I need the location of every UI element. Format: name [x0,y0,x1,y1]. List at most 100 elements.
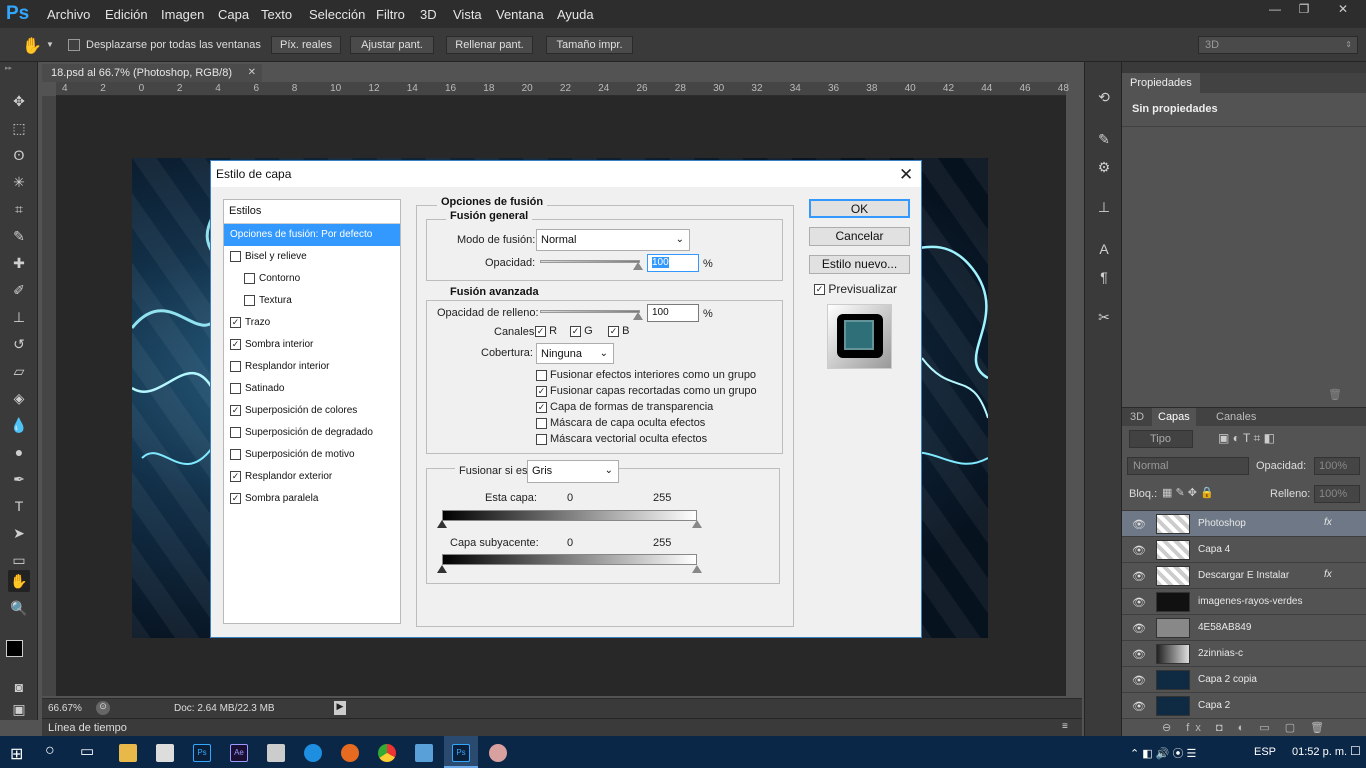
layer-row[interactable]: 👁 Capa 4 [1122,537,1366,563]
knockout-dropdown[interactable]: Ninguna ⌄ [536,343,614,364]
fill-slider-thumb[interactable] [633,312,643,320]
taskbar-active-app[interactable]: Ps [444,736,478,768]
brain-app-icon[interactable] [489,744,507,762]
clock[interactable]: 01:52 p. m. [1292,746,1347,758]
eyedropper-tool-icon[interactable]: ✎ [8,225,30,247]
underlying-black-slider[interactable] [437,565,447,573]
tab-canales[interactable]: Canales [1210,408,1262,426]
history-icon[interactable]: ⟲ [1093,86,1115,108]
advanced-option[interactable]: Máscara vectorial oculta efectos [536,433,707,445]
style-item[interactable]: Superposición de degradado [224,422,400,444]
style-checkbox[interactable]: ✓ [230,492,241,504]
visibility-eye-icon[interactable]: 👁 [1132,570,1146,583]
status-arrow-icon[interactable]: ▶ [334,701,346,715]
shape-tool-icon[interactable]: ▭ [8,549,30,571]
fill-screen-button[interactable]: Rellenar pant. [446,36,533,54]
preview-checkbox[interactable]: ✓ [814,284,825,296]
share-icon[interactable]: ⊙ [96,701,110,715]
style-item[interactable]: ✓ Resplandor exterior [224,466,400,488]
panel-menu-icon[interactable]: ≡ [1062,721,1068,732]
chevron-down-icon[interactable]: ▼ [46,40,54,49]
scroll-all-checkbox[interactable] [68,39,80,51]
layer-row[interactable]: 👁 Descargar E Instalar fx [1122,563,1366,589]
visibility-eye-icon[interactable]: 👁 [1132,622,1146,635]
styles-header[interactable]: Estilos [229,205,261,217]
visibility-eye-icon[interactable]: 👁 [1132,674,1146,687]
visibility-eye-icon[interactable]: 👁 [1132,518,1146,531]
opacity-field[interactable]: 100% [1314,457,1360,475]
blend-mode-select[interactable]: Normal [1127,457,1249,475]
cancel-button[interactable]: Cancelar [809,227,910,246]
style-item[interactable]: Textura [224,290,400,312]
hand-tool-selected-icon[interactable]: ✋ [8,570,30,592]
brush-panel-icon[interactable]: ✎ [1093,128,1115,150]
style-item[interactable]: Opciones de fusión: Por defecto [224,224,400,246]
type-tool-icon[interactable]: T [8,495,30,517]
dodge-tool-icon[interactable]: ● [8,441,30,463]
close-icon[interactable]: ✕ [899,165,913,185]
fx-icon[interactable]: fx [1324,569,1332,580]
network-app-icon[interactable] [415,744,433,762]
layer-name[interactable]: 4E58AB849 [1198,622,1251,633]
opacity-slider-thumb[interactable] [633,262,643,270]
opacity-input[interactable]: 100 [647,254,699,272]
style-checkbox[interactable]: ✓ [230,316,241,328]
path-selection-tool-icon[interactable]: ➤ [8,522,30,544]
history-brush-tool-icon[interactable]: ↺ [8,333,30,355]
fill-slider-track[interactable] [540,310,640,313]
style-item[interactable]: ✓ Superposición de colores [224,400,400,422]
style-item[interactable]: Resplandor interior [224,356,400,378]
notifications-icon[interactable]: ☐ [1350,744,1361,758]
advanced-option[interactable]: Máscara de capa oculta efectos [536,417,705,429]
underlying-white-slider[interactable] [692,565,702,573]
this-layer-black-slider[interactable] [437,520,447,528]
crop-tool-icon[interactable]: ⌗ [8,198,30,220]
fx-icon[interactable]: fx [1324,517,1332,528]
workspace-select[interactable]: 3D ⇕ [1198,36,1358,54]
photoshop-app-icon[interactable]: Ps [193,744,211,762]
advanced-option[interactable]: ✓ Fusionar capas recortadas como un grupo [536,385,757,397]
layer-name[interactable]: Descargar E Instalar [1198,570,1289,581]
eraser-tool-icon[interactable]: ▱ [8,360,30,382]
new-style-button[interactable]: Estilo nuevo... [809,255,910,274]
layer-row[interactable]: 👁 imagenes-rayos-verdes [1122,589,1366,615]
option-checkbox[interactable] [536,369,547,381]
minimize-icon[interactable]: — [1262,2,1288,18]
marquee-tool-icon[interactable]: ⬚ [8,117,30,139]
visibility-eye-icon[interactable]: 👁 [1132,596,1146,609]
brush-tool-icon[interactable]: ✐ [8,279,30,301]
lock-icons[interactable]: ▦ ✎ ✥ 🔒 [1162,486,1214,499]
layer-row[interactable]: 👁 Capa 2 copia [1122,667,1366,693]
brush-presets-icon[interactable]: ⚙ [1093,156,1115,178]
style-item[interactable]: Contorno [224,268,400,290]
zoom-tool-icon[interactable]: 🔍 [8,597,30,619]
edge-icon[interactable] [304,744,322,762]
style-checkbox[interactable]: ✓ [230,470,241,482]
chrome-icon[interactable] [378,744,396,762]
blend-mode-dropdown[interactable]: Normal ⌄ [536,229,690,251]
screen-mode-icon[interactable]: ▣ [8,698,30,720]
store-icon[interactable] [156,744,174,762]
underlying-gradient[interactable] [442,554,697,565]
firefox-icon[interactable] [341,744,359,762]
quick-mask-icon[interactable]: ◙ [8,676,30,698]
tray-icons[interactable]: ⌃ ◧ 🔊 ⦿ ☰ [1130,745,1196,761]
fit-screen-button[interactable]: Ajustar pant. [350,36,434,54]
style-checkbox[interactable] [230,448,241,460]
style-item[interactable]: Satinado [224,378,400,400]
character-icon[interactable]: A [1093,238,1115,260]
clone-source-icon[interactable]: ⊥ [1093,196,1115,218]
layer-name[interactable]: imagenes-rayos-verdes [1198,596,1303,607]
option-checkbox[interactable]: ✓ [536,401,547,413]
menu-seleccion[interactable]: Selección [309,7,365,22]
layer-name[interactable]: 2zinnias-c [1198,648,1243,659]
tools-preset-icon[interactable]: ✂ [1093,306,1115,328]
layer-row[interactable]: 👁 2zinnias-c [1122,641,1366,667]
print-size-button[interactable]: Tamaño impr. [546,36,633,54]
this-layer-gradient[interactable] [442,510,697,521]
style-checkbox[interactable] [230,382,241,394]
layer-filter-select[interactable]: Tipo [1129,430,1193,448]
ok-button[interactable]: OK [809,199,910,218]
advanced-option[interactable]: ✓ Capa de formas de transparencia [536,401,713,413]
visibility-eye-icon[interactable]: 👁 [1132,700,1146,713]
